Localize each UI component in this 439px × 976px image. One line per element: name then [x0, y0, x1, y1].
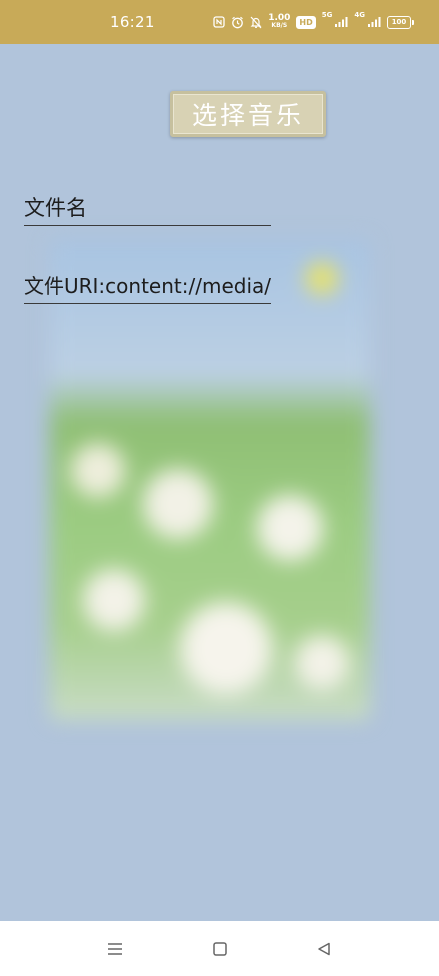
flower-image — [50, 240, 370, 720]
alarm-icon — [231, 16, 244, 29]
file-name-field: 文件名 — [24, 193, 271, 226]
file-uri-field: 文件URI:content://media/ — [24, 271, 271, 304]
signal-icon — [334, 16, 348, 28]
signal-icon — [367, 16, 381, 28]
select-music-button[interactable]: 选择音乐 — [170, 91, 326, 137]
home-icon[interactable] — [209, 938, 231, 960]
status-icons: 1.00 KB/S HD 5G 4G 100 — [213, 10, 414, 34]
mute-bell-icon — [250, 16, 262, 29]
status-bar: 16:21 1.00 KB/S HD 5G 4G 100 — [0, 0, 439, 44]
status-time: 16:21 — [110, 13, 155, 31]
signal1-label: 5G — [321, 11, 333, 19]
nfc-icon — [213, 16, 225, 28]
battery-icon: 100 — [387, 15, 414, 29]
background-artwork — [30, 230, 400, 790]
signal2-label: 4G — [354, 11, 365, 19]
network-speed: 1.00 KB/S — [268, 13, 291, 30]
menu-icon[interactable] — [104, 938, 126, 960]
navigation-bar — [0, 921, 439, 976]
hd-badge: HD — [296, 15, 316, 29]
back-icon[interactable] — [313, 938, 335, 960]
